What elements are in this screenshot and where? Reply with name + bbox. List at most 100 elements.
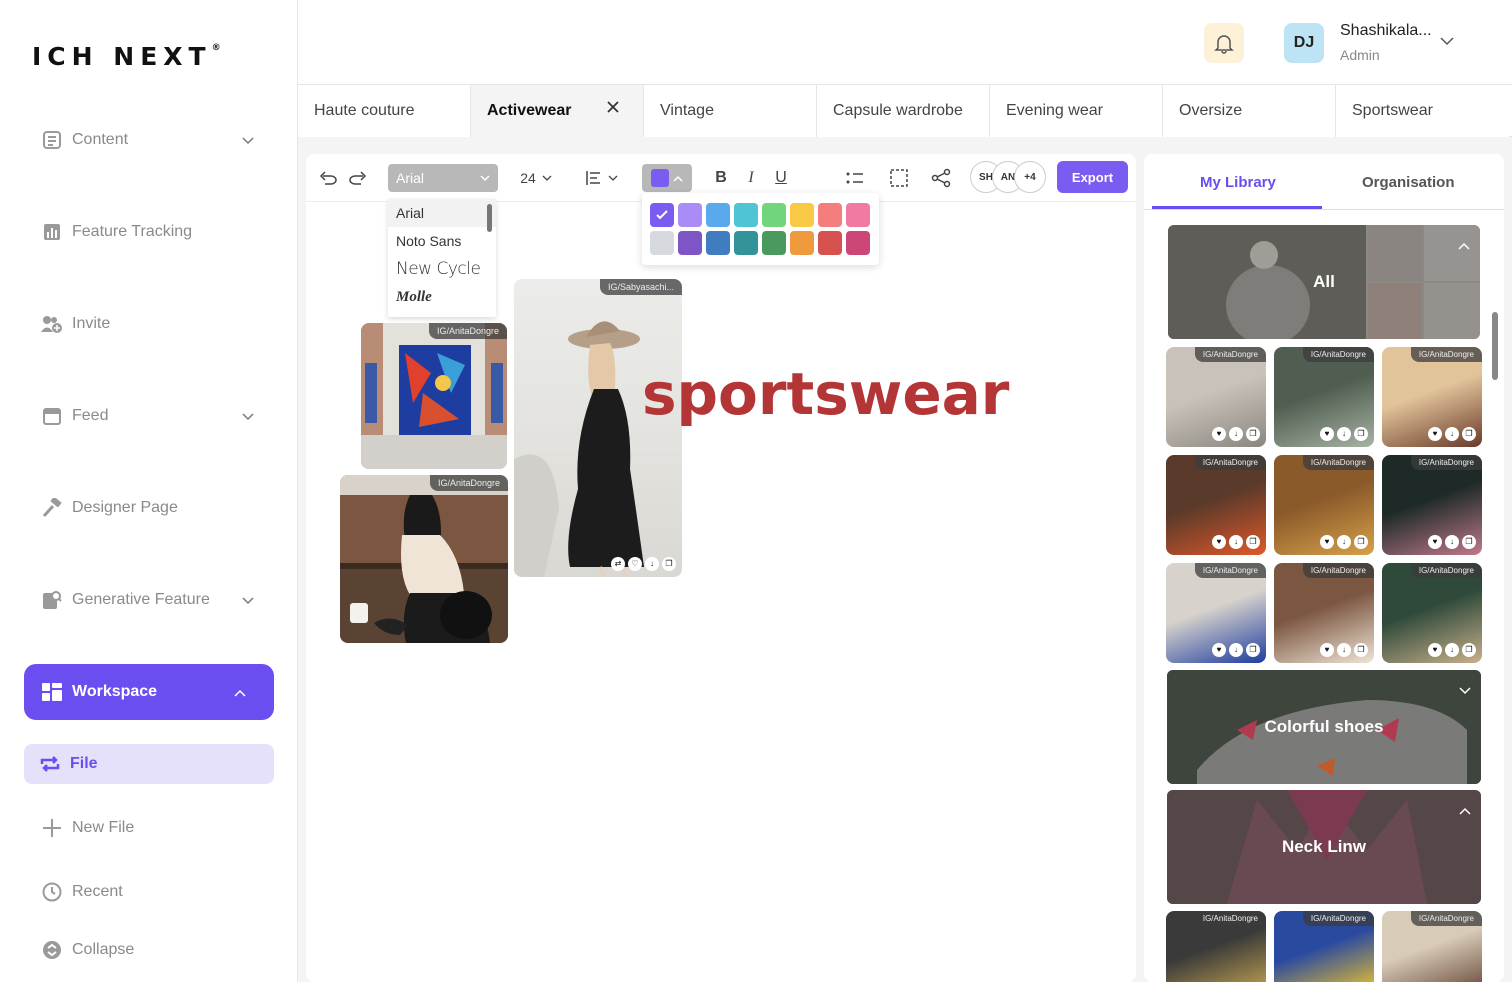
user-name[interactable]: Shashikala... — [1340, 22, 1432, 40]
sidebar-item-feature-tracking[interactable]: Feature Tracking — [40, 220, 260, 244]
download-icon[interactable]: ↓ — [1337, 643, 1351, 657]
tab-my-library[interactable]: My Library — [1200, 174, 1276, 191]
sidebar-item-workspace[interactable]: Workspace — [24, 664, 274, 720]
tab-activewear[interactable]: Activewear — [471, 85, 644, 137]
heart-icon[interactable]: ♥ — [1428, 535, 1442, 549]
sidebar-item-collapse[interactable]: Collapse — [40, 938, 260, 962]
copy-icon[interactable]: ❐ — [1246, 427, 1260, 441]
library-tile[interactable]: IG/AnitaDongre ♥ ↓ ❐ — [1274, 347, 1374, 447]
copy-icon[interactable]: ❐ — [1354, 427, 1368, 441]
color-swatch[interactable] — [818, 203, 842, 227]
select-frame-button[interactable] — [888, 164, 910, 192]
tab-vintage[interactable]: Vintage — [644, 85, 817, 137]
heart-icon[interactable]: ♥ — [1212, 535, 1226, 549]
color-swatch[interactable] — [846, 231, 870, 255]
sidebar-item-generative-feature[interactable]: Generative Feature — [40, 588, 260, 612]
sidebar-item-invite[interactable]: Invite — [40, 312, 260, 336]
font-option-molle[interactable]: Molle — [388, 283, 496, 311]
color-swatch[interactable] — [762, 203, 786, 227]
color-swatch[interactable] — [734, 231, 758, 255]
list-button[interactable] — [844, 164, 866, 192]
sidebar-item-designer-page[interactable]: Designer Page — [40, 496, 260, 520]
library-tile[interactable]: IG/AnitaDongre ♥ ↓ ❐ — [1382, 455, 1482, 555]
download-icon[interactable]: ↓ — [1445, 535, 1459, 549]
canvas-photo[interactable]: IG/Sabyasachi... ⇄ ♡ ↓ ❐ — [514, 279, 682, 577]
close-icon[interactable] — [607, 100, 619, 118]
download-icon[interactable]: ↓ — [1445, 643, 1459, 657]
repost-icon[interactable]: ⇄ — [611, 557, 625, 571]
chevron-down-icon[interactable] — [242, 408, 254, 426]
font-size-select[interactable]: 24 — [516, 164, 556, 192]
canvas-photo[interactable]: IG/AnitaDongre — [340, 475, 508, 643]
color-swatch[interactable] — [818, 231, 842, 255]
sidebar-item-new-file[interactable]: New File — [40, 816, 260, 840]
font-option-noto-sans[interactable]: Noto Sans — [388, 227, 496, 255]
heart-icon[interactable]: ♥ — [1212, 427, 1226, 441]
color-swatch[interactable] — [678, 203, 702, 227]
color-swatch[interactable] — [650, 231, 674, 255]
download-icon[interactable]: ↓ — [1337, 535, 1351, 549]
dropdown-scrollbar[interactable] — [487, 204, 492, 232]
library-tile[interactable]: IG/AnitaDongre — [1382, 911, 1482, 982]
heart-icon[interactable]: ♥ — [1320, 427, 1334, 441]
chevron-up-icon[interactable] — [1458, 235, 1470, 255]
library-tile[interactable]: IG/AnitaDongre — [1274, 911, 1374, 982]
tab-organisation[interactable]: Organisation — [1362, 174, 1455, 191]
heart-icon[interactable]: ♥ — [1320, 535, 1334, 549]
download-icon[interactable]: ↓ — [1229, 643, 1243, 657]
heart-icon[interactable]: ♥ — [1212, 643, 1226, 657]
library-tile[interactable]: IG/AnitaDongre ♥ ↓ ❐ — [1274, 455, 1374, 555]
font-option-new-cycle[interactable]: New Cycle — [388, 255, 496, 283]
underline-button[interactable]: U — [772, 164, 790, 192]
notification-button[interactable] — [1204, 23, 1244, 63]
library-scrollbar[interactable] — [1492, 312, 1498, 380]
color-swatch[interactable] — [734, 203, 758, 227]
chevron-up-icon[interactable] — [234, 684, 246, 702]
download-icon[interactable]: ↓ — [1229, 535, 1243, 549]
library-tile[interactable]: IG/AnitaDongre ♥ ↓ ❐ — [1166, 347, 1266, 447]
collaborators[interactable]: SH AN +4 — [970, 161, 1046, 193]
color-swatch[interactable] — [706, 231, 730, 255]
library-tile[interactable]: IG/AnitaDongre ♥ ↓ ❐ — [1382, 347, 1482, 447]
copy-icon[interactable]: ❐ — [1462, 535, 1476, 549]
chevron-down-icon[interactable] — [242, 132, 254, 150]
redo-button[interactable] — [348, 164, 368, 192]
sidebar-item-content[interactable]: Content — [40, 128, 260, 152]
align-select[interactable] — [584, 164, 620, 192]
export-button[interactable]: Export — [1057, 161, 1128, 193]
share-button[interactable] — [930, 164, 952, 192]
chevron-down-icon[interactable] — [1459, 680, 1471, 700]
brand-logo[interactable]: ICH NEXT® — [32, 42, 221, 71]
color-swatch[interactable] — [790, 231, 814, 255]
copy-icon[interactable]: ❐ — [1354, 535, 1368, 549]
color-swatch[interactable] — [706, 203, 730, 227]
library-tile[interactable]: IG/AnitaDongre ♥ ↓ ❐ — [1166, 563, 1266, 663]
font-family-select[interactable]: Arial — [388, 164, 498, 192]
sidebar-item-feed[interactable]: Feed — [40, 404, 260, 428]
library-tile[interactable]: IG/AnitaDongre ♥ ↓ ❐ — [1382, 563, 1482, 663]
canvas-photo[interactable]: IG/AnitaDongre — [361, 323, 507, 469]
copy-icon[interactable]: ❐ — [1462, 427, 1476, 441]
collaborator-more[interactable]: +4 — [1014, 161, 1046, 193]
color-swatch[interactable] — [762, 231, 786, 255]
sidebar-item-recent[interactable]: Recent — [40, 880, 260, 904]
color-swatch[interactable] — [678, 231, 702, 255]
text-color-button[interactable] — [642, 164, 692, 192]
collection-card-neck-linw[interactable]: Neck Linw — [1167, 790, 1481, 904]
download-icon[interactable]: ↓ — [645, 557, 659, 571]
heart-icon[interactable]: ♥ — [1428, 643, 1442, 657]
copy-icon[interactable]: ❐ — [1462, 643, 1476, 657]
copy-icon[interactable]: ❐ — [1246, 643, 1260, 657]
library-tile[interactable]: IG/AnitaDongre ♥ ↓ ❐ — [1274, 563, 1374, 663]
copy-icon[interactable]: ❐ — [662, 557, 676, 571]
color-swatch[interactable] — [650, 203, 674, 227]
copy-icon[interactable]: ❐ — [1354, 643, 1368, 657]
chevron-up-icon[interactable] — [1459, 800, 1471, 820]
download-icon[interactable]: ↓ — [1337, 427, 1351, 441]
bold-button[interactable]: B — [712, 164, 730, 192]
heart-icon[interactable]: ♥ — [1320, 643, 1334, 657]
tab-oversize[interactable]: Oversize — [1163, 85, 1336, 137]
collection-card-all[interactable]: All — [1168, 225, 1480, 339]
collection-card-colorful-shoes[interactable]: Colorful shoes — [1167, 670, 1481, 784]
tab-haute-couture[interactable]: Haute couture — [298, 85, 471, 137]
